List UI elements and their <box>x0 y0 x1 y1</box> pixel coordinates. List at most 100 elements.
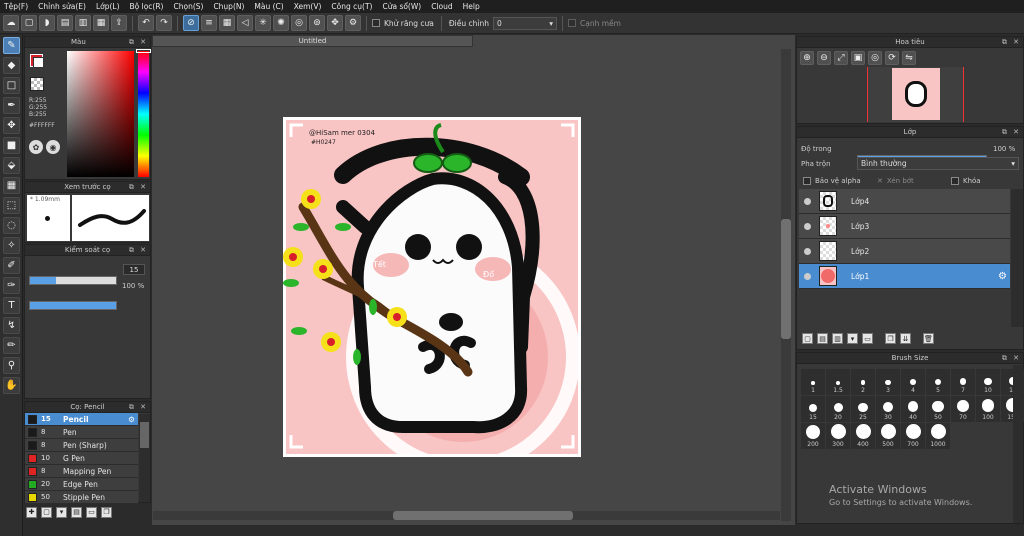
rotate-reset-icon[interactable]: ◎ <box>868 51 882 65</box>
gradient-tool-icon[interactable]: ▦ <box>3 177 20 194</box>
syringe-tool-icon[interactable]: ✏ <box>3 337 20 354</box>
panel-close-icon[interactable]: ⧉ ✕ <box>129 246 148 255</box>
new-8bit-layer-icon[interactable]: ▥ <box>832 333 843 344</box>
brush-size-preset[interactable]: 5 <box>926 369 950 395</box>
layer-row[interactable]: Lớp1 ⚙ <box>799 264 1010 289</box>
menu-item[interactable]: Lớp(L) <box>96 2 120 11</box>
panel-close-icon[interactable]: ⧉ ✕ <box>1002 128 1021 137</box>
panel-close-icon[interactable]: ⧉ ✕ <box>129 183 148 192</box>
merge-layer-icon[interactable]: ⇊ <box>900 333 911 344</box>
eyedropper-tool-icon[interactable]: ⚲ <box>3 357 20 374</box>
menu-item[interactable]: Công cụ(T) <box>331 2 372 11</box>
hand-tool-icon[interactable]: ✋ <box>3 377 20 394</box>
navigator-viewport[interactable] <box>867 67 964 122</box>
scrollbar-thumb[interactable] <box>140 422 149 448</box>
snap-settings-icon[interactable]: ✥ <box>327 15 343 31</box>
brush-size-scrollbar[interactable] <box>1013 365 1023 523</box>
menu-item[interactable]: Chọn(S) <box>173 2 203 11</box>
vertical-scroll-thumb[interactable] <box>781 219 791 339</box>
gear-icon[interactable]: ⚙ <box>128 415 135 424</box>
layer-row[interactable]: Lớp4 <box>799 189 1010 214</box>
saturation-value-picker[interactable] <box>67 51 134 177</box>
brush-folder-icon[interactable]: ▭ <box>86 506 97 518</box>
brush-item[interactable]: 10 G Pen <box>25 452 138 465</box>
snap-burst-icon[interactable]: ✺ <box>273 15 289 31</box>
snap-off-icon[interactable]: ⊘ <box>183 15 199 31</box>
document-canvas[interactable]: Tết Đổ @HiSam mer 0304 #H0247 <box>283 117 581 474</box>
menu-item[interactable]: Cửa sổ(W) <box>382 2 421 11</box>
redo-icon[interactable]: ↷ <box>156 15 172 31</box>
brush-size-preset[interactable]: 1.5 <box>826 369 850 395</box>
lock-option[interactable]: Khóa <box>951 177 981 185</box>
select-tool-icon[interactable]: ⬚ <box>3 197 20 214</box>
transparent-color-swatch[interactable] <box>30 77 44 91</box>
move-tool-icon[interactable]: ✥ <box>3 117 20 134</box>
upload-icon[interactable]: ⇪ <box>111 15 127 31</box>
eraser-tool-icon[interactable]: ◆ <box>3 57 20 74</box>
brush-size-preset[interactable]: 200 <box>801 423 825 449</box>
correction-select[interactable]: 0 ▾ <box>493 16 557 30</box>
brush-size-preset[interactable]: 7 <box>951 369 975 395</box>
brush-size-preset[interactable]: 30 <box>876 396 900 422</box>
brush-item[interactable]: 8 Pen (Sharp) <box>25 439 138 452</box>
divide-tool-icon[interactable]: ↯ <box>3 317 20 334</box>
snap-gear-icon[interactable]: ⚙ <box>345 15 361 31</box>
layer-folder-icon[interactable]: ▭ <box>862 333 873 344</box>
fill-tool-icon[interactable]: ⬙ <box>3 157 20 174</box>
text-tool-icon[interactable]: T <box>3 297 20 314</box>
menu-item[interactable]: Chụp(N) <box>213 2 244 11</box>
eye-icon[interactable] <box>804 197 811 205</box>
menu-item[interactable]: Tệp(F) <box>4 2 28 11</box>
eye-icon[interactable] <box>804 222 811 230</box>
brush-opacity-slider[interactable] <box>29 301 117 310</box>
blend-mode-select[interactable]: Bình thường ▾ <box>857 157 1019 170</box>
brush-size-preset[interactable]: 2 <box>851 369 875 395</box>
document-tab[interactable]: Untitled <box>152 35 473 47</box>
menu-item[interactable]: Màu (C) <box>254 2 283 11</box>
brush-size-preset[interactable]: 50 <box>926 396 950 422</box>
eye-icon[interactable] <box>804 247 811 255</box>
brush-list-scrollbar[interactable] <box>139 414 150 502</box>
brush-size-preset[interactable]: 70 <box>951 396 975 422</box>
brush-item[interactable]: 8 Mapping Pen <box>25 465 138 478</box>
panel-close-icon[interactable]: ⧉ ✕ <box>129 38 148 47</box>
brush-size-preset[interactable]: 400 <box>851 423 875 449</box>
lasso-tool-icon[interactable]: ◌ <box>3 217 20 234</box>
brush-size-preset[interactable]: 500 <box>876 423 900 449</box>
eye-icon[interactable] <box>804 272 811 280</box>
snap-curve-icon[interactable]: ⊚ <box>309 15 325 31</box>
speech-icon[interactable]: ◗ <box>39 15 55 31</box>
brush-size-preset[interactable]: 25 <box>851 396 875 422</box>
layer-menu-icon[interactable]: ▾ <box>847 333 858 344</box>
magic-wand-icon[interactable]: ✧ <box>3 237 20 254</box>
brush-item[interactable]: 50 Stipple Pen <box>25 491 138 504</box>
horizontal-scroll-thumb[interactable] <box>393 511 573 520</box>
hue-slider-handle[interactable] <box>136 49 151 53</box>
new-layer-icon[interactable]: ▢ <box>802 333 813 344</box>
save-icon[interactable]: ▥ <box>75 15 91 31</box>
menu-item[interactable]: Chỉnh sửa(E) <box>38 2 86 11</box>
brush-item[interactable]: 15 Pencil ⚙ <box>25 413 138 426</box>
actual-size-icon[interactable]: ▣ <box>851 51 865 65</box>
rotate-icon[interactable]: ⟳ <box>885 51 899 65</box>
delete-layer-icon[interactable]: 🗑 <box>923 333 934 344</box>
antialias-checkbox[interactable] <box>372 19 380 27</box>
brush-size-preset[interactable]: 1000 <box>926 423 950 449</box>
brush-menu-icon[interactable]: ▾ <box>56 506 67 518</box>
cloud-icon[interactable]: ☁ <box>3 15 19 31</box>
brush-size-preset[interactable]: 4 <box>901 369 925 395</box>
export-icon[interactable]: ▦ <box>93 15 109 31</box>
menu-item[interactable]: Xem(V) <box>294 2 322 11</box>
brush-size-preset[interactable]: 1 <box>801 369 825 395</box>
snap-vanish-icon[interactable]: ◁ <box>237 15 253 31</box>
brush-size-input[interactable]: 15 <box>123 264 145 275</box>
zoom-in-icon[interactable]: ⊕ <box>800 51 814 65</box>
flip-icon[interactable]: ⇋ <box>902 51 916 65</box>
layer-row[interactable]: Lớp3 <box>799 214 1010 239</box>
foreground-color-swatch[interactable] <box>33 57 44 68</box>
new-brush-icon[interactable]: ▢ <box>41 506 52 518</box>
select-eraser-icon[interactable]: ✑ <box>3 277 20 294</box>
panel-close-icon[interactable]: ⧉ ✕ <box>1002 354 1021 363</box>
brush-item[interactable]: 20 Edge Pen <box>25 478 138 491</box>
hue-slider[interactable] <box>138 51 149 177</box>
